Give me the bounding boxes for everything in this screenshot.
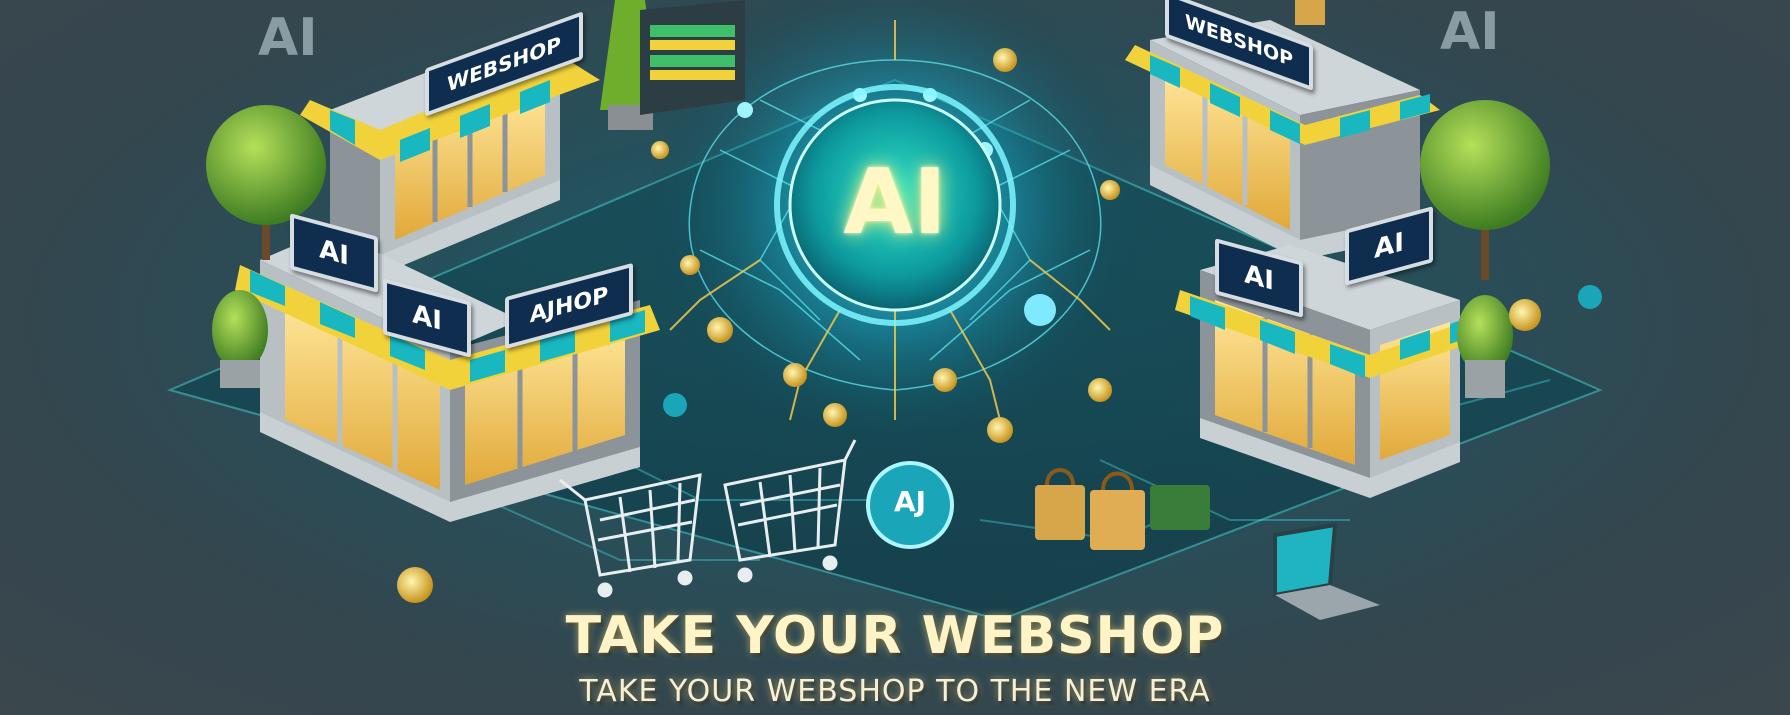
subheadline: TAKE YOUR WEBSHOP TO THE NEW ERA: [579, 674, 1211, 709]
corner-ai-mark-left: AI: [258, 8, 318, 68]
corner-ai-mark-right: AI: [1440, 2, 1500, 62]
shelf-top: [640, 0, 745, 115]
tree-right: [1420, 100, 1550, 280]
bush-left: [212, 290, 268, 388]
bot-face-label: AJ: [893, 485, 927, 518]
center-ai-label: AI: [843, 150, 947, 255]
hero-banner: AI AI AI WEBSHOP WEBSHOP AI AI AJHOP AI …: [0, 0, 1790, 715]
headline: TAKE YOUR WEBSHOP: [565, 606, 1225, 666]
bush-right: [1457, 295, 1513, 398]
